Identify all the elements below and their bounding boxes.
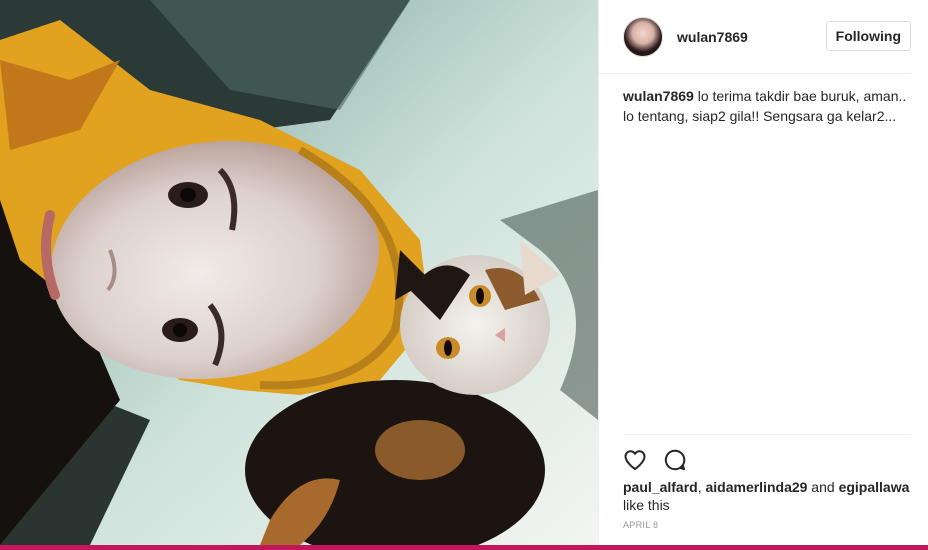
caption-username[interactable]: wulan7869 [623,88,694,104]
post-header: wulan7869 Following [599,0,911,74]
liker-link[interactable]: aidamerlinda29 [705,479,807,495]
comment-icon[interactable] [663,448,687,472]
following-button[interactable]: Following [825,21,911,51]
selfie-with-cat-image [0,0,598,545]
liker-link[interactable]: egipallawa [839,479,910,495]
caption: wulan7869 lo terima takdir bae buruk, am… [623,86,913,126]
post-details-panel: wulan7869 Following wulan7869 lo terima … [598,0,928,545]
likes-connector: and [807,479,839,495]
bottom-accent-bar [0,545,928,550]
post-date[interactable]: APRIL 8 [623,520,658,530]
avatar[interactable] [623,16,663,57]
username-link[interactable]: wulan7869 [677,29,748,45]
likes-suffix: like this [623,497,670,513]
heart-icon[interactable] [623,448,647,472]
post-photo[interactable] [0,0,598,545]
likes-summary: paul_alfard, aidamerlinda29 and egipalla… [623,479,910,513]
action-bar [623,434,911,476]
instagram-post: wulan7869 Following wulan7869 lo terima … [0,0,928,545]
liker-link[interactable]: paul_alfard [623,479,698,495]
